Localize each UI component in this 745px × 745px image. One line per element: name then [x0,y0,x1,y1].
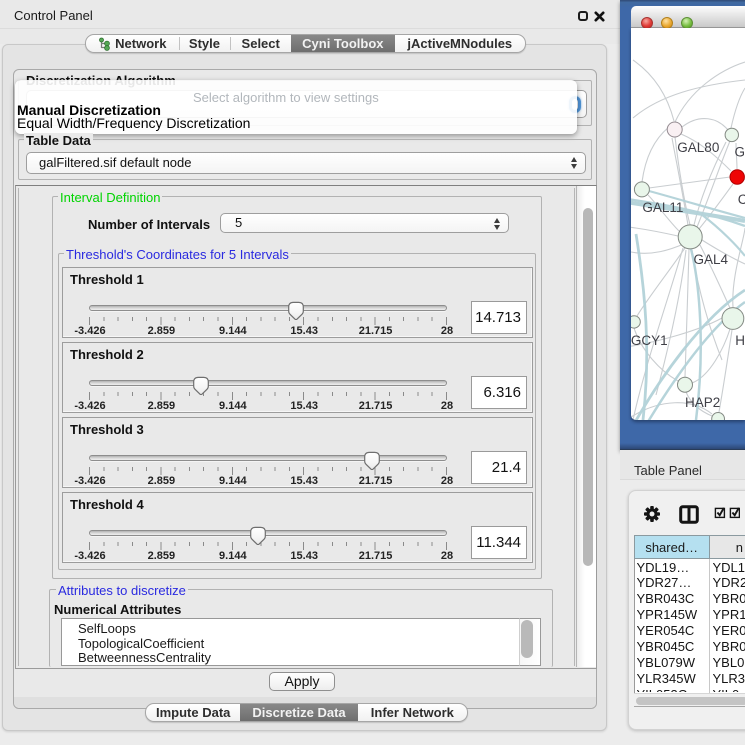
svg-text:H: H [735,333,745,348]
svg-text:GA: GA [735,145,745,160]
svg-text:GAL80: GAL80 [677,140,719,155]
svg-text:GAL11: GAL11 [642,200,683,215]
svg-text:HAP2: HAP2 [685,395,720,410]
svg-text:GAL4: GAL4 [694,252,729,267]
svg-text:GCY1: GCY1 [631,333,668,348]
svg-text:C: C [738,192,745,207]
